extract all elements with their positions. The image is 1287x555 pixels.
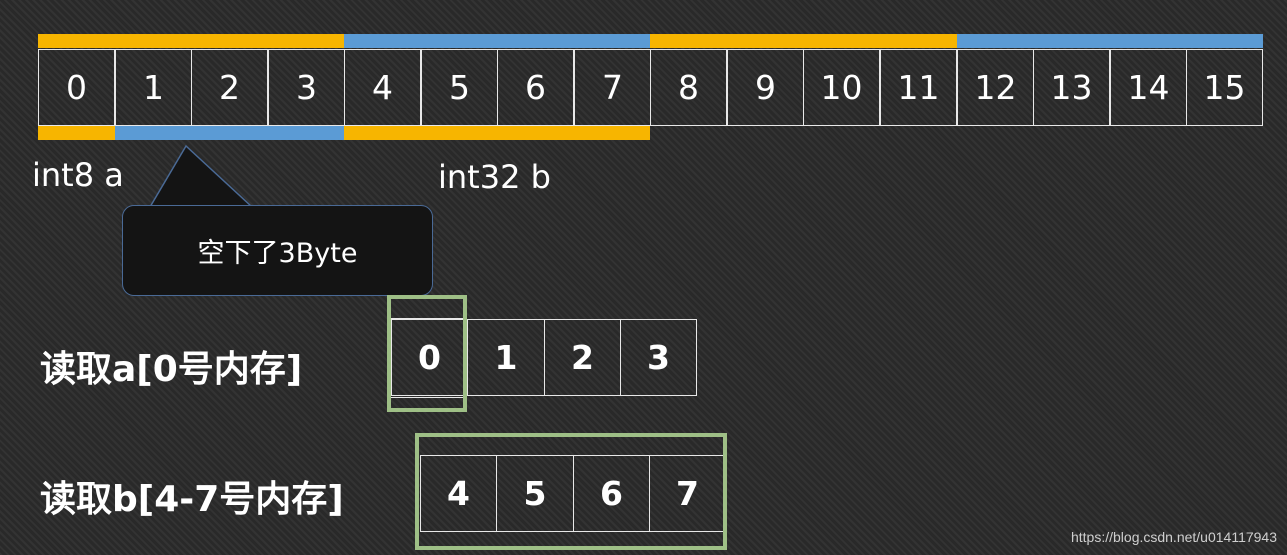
memory-cell: 13: [1033, 49, 1110, 126]
read-b-highlight-box: [415, 433, 727, 550]
int32-label: int32 b: [438, 158, 551, 196]
padding-callout: 空下了3Byte: [122, 205, 433, 296]
memory-cell: 14: [1110, 49, 1187, 126]
memory-cell: 7: [574, 49, 651, 126]
padding-bar: [115, 126, 344, 140]
top-bar-segment-4: [957, 34, 1263, 48]
read-a-title: 读取a[0号内存]: [40, 349, 303, 390]
memory-cell: 4: [344, 49, 421, 126]
top-bar-segment-2: [344, 34, 650, 48]
int8-storage-bar: [38, 126, 115, 140]
memory-cell: 11: [880, 49, 957, 126]
memory-cell: 10: [803, 49, 880, 126]
memory-cell: 1: [115, 49, 192, 126]
memory-cell: 6: [497, 49, 574, 126]
int8-label: int8 a: [32, 156, 124, 194]
int32-storage-bar: [344, 126, 650, 140]
memory-cell: 9: [727, 49, 804, 126]
memory-cell: 5: [421, 49, 498, 126]
memory-cell: 0: [38, 49, 115, 126]
memory-cell: 12: [957, 49, 1034, 126]
read-a-cell: 3: [620, 319, 697, 396]
read-a-cell: 2: [544, 319, 621, 396]
read-a-cell: 1: [467, 319, 545, 396]
memory-cell: 15: [1186, 49, 1263, 126]
memory-cell: 8: [650, 49, 727, 126]
callout-text: 空下了3Byte: [197, 238, 358, 269]
read-a-highlight-box: [387, 295, 467, 412]
read-b-title: 读取b[4-7号内存]: [40, 479, 344, 520]
memory-cell: 3: [268, 49, 345, 126]
top-bar-segment-1: [38, 34, 344, 48]
top-bar-segment-3: [650, 34, 957, 48]
watermark: https://blog.csdn.net/u014117943: [1070, 529, 1277, 545]
memory-cell: 2: [191, 49, 268, 126]
